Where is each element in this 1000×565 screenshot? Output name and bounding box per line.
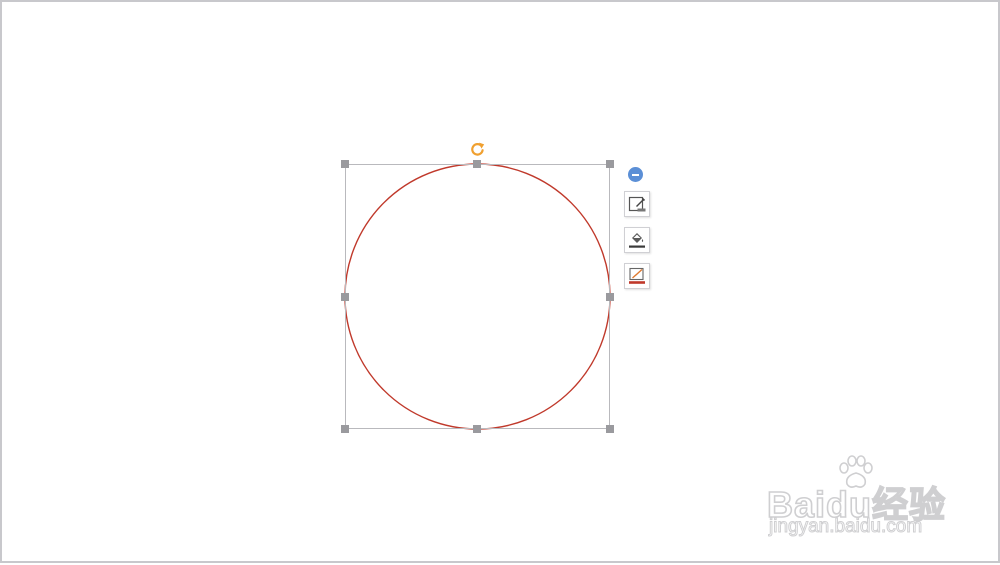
- rotate-icon: [471, 142, 485, 156]
- fill-bucket-icon: [629, 233, 645, 248]
- fill-color-button[interactable]: [624, 227, 650, 253]
- shape-style-button[interactable]: [624, 191, 650, 217]
- resize-handle-bottom-right[interactable]: [606, 425, 614, 433]
- rotate-handle[interactable]: [469, 141, 486, 158]
- resize-handle-bottom-center[interactable]: [473, 425, 481, 433]
- resize-handle-bottom-left[interactable]: [341, 425, 349, 433]
- outline-pen-icon: [629, 267, 645, 284]
- resize-handle-top-left[interactable]: [341, 160, 349, 168]
- shape-style-icon: [628, 196, 646, 212]
- resize-handle-top-center[interactable]: [473, 160, 481, 168]
- outline-color-button[interactable]: [624, 263, 650, 289]
- watermark-url: jingyan.baidu.com: [768, 516, 923, 538]
- resize-handle-middle-right[interactable]: [606, 293, 614, 301]
- resize-handle-top-right[interactable]: [606, 160, 614, 168]
- baidu-watermark: Baidu经验 jingyan.baidu.com: [766, 454, 957, 544]
- slide-canvas[interactable]: Baidu经验 jingyan.baidu.com: [0, 0, 1000, 563]
- resize-handle-middle-left[interactable]: [341, 293, 349, 301]
- selection-frame: [345, 164, 610, 429]
- collapse-toolbar-button[interactable]: [628, 167, 643, 182]
